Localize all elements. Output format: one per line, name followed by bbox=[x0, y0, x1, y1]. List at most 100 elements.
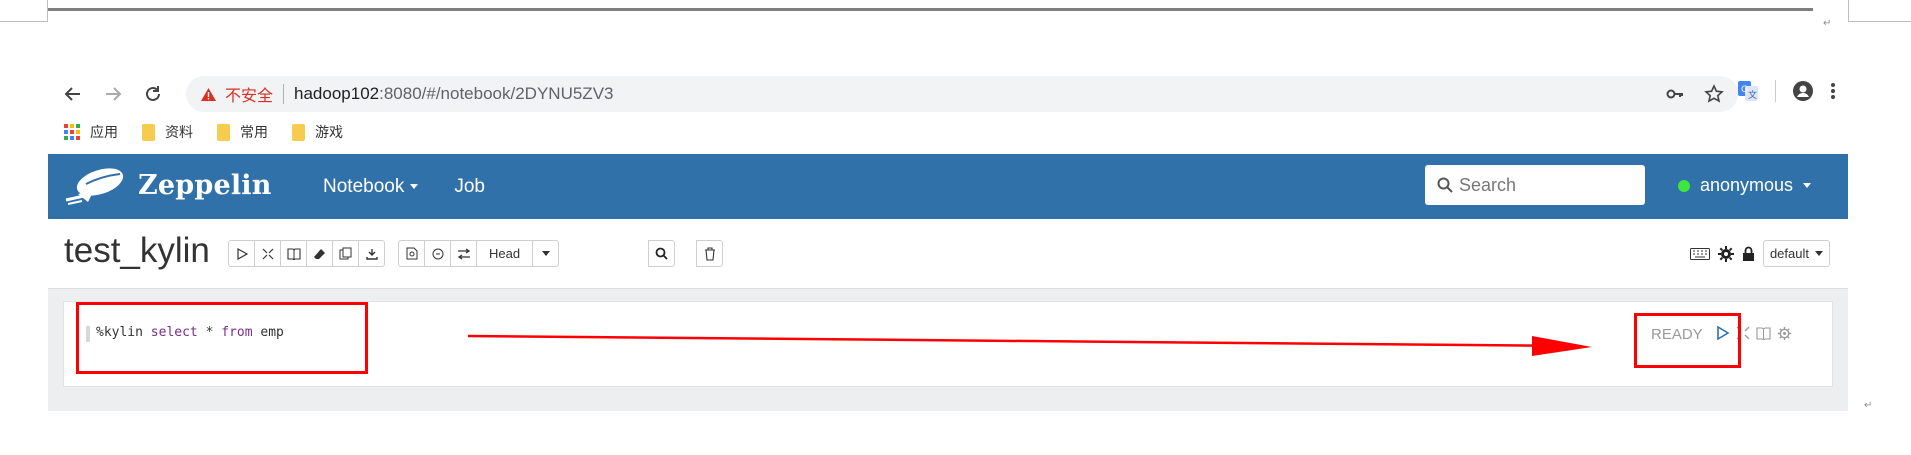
paragraph-mark-icon: ↵ bbox=[1864, 400, 1873, 411]
arrow-right-icon bbox=[106, 87, 122, 101]
notebook-settings: default bbox=[1689, 240, 1830, 267]
key-icon[interactable] bbox=[1666, 85, 1684, 103]
interpreter-label: default bbox=[1769, 246, 1809, 261]
address-bar[interactable]: 不安全 hadoop102:8080/#/notebook/2DYNU5ZV3 bbox=[186, 76, 1738, 112]
user-menu[interactable]: anonymous bbox=[1678, 175, 1812, 196]
folder-icon bbox=[217, 123, 230, 141]
url-text: hadoop102:8080/#/notebook/2DYNU5ZV3 bbox=[294, 84, 613, 104]
gear-icon[interactable] bbox=[1777, 326, 1792, 341]
menu-notebook[interactable]: Notebook bbox=[323, 176, 419, 198]
warning-triangle-icon bbox=[201, 87, 216, 101]
document-corner-left bbox=[0, 0, 48, 22]
bookmark-label: 游戏 bbox=[315, 125, 343, 141]
highlight-code-box bbox=[76, 302, 368, 374]
play-icon bbox=[236, 247, 248, 260]
clone-note-button[interactable] bbox=[332, 240, 359, 267]
zeppelin-navbar: Zeppelin Notebook Job anonymous bbox=[48, 154, 1848, 219]
commit-button[interactable] bbox=[398, 240, 425, 267]
folder-icon bbox=[292, 123, 305, 141]
zeppelin-logo[interactable]: Zeppelin bbox=[64, 164, 272, 206]
trash-icon bbox=[704, 246, 715, 261]
interpreter-binding-button[interactable]: default bbox=[1762, 240, 1830, 267]
revision-selector[interactable]: Head bbox=[476, 240, 534, 267]
url-path: :8080/#/notebook/2DYNU5ZV3 bbox=[379, 84, 614, 103]
search-code-button[interactable] bbox=[648, 240, 675, 267]
main-menu: Notebook Job bbox=[323, 176, 485, 198]
swap-icon bbox=[457, 247, 470, 260]
browser-toolbar: 不安全 hadoop102:8080/#/notebook/2DYNU5ZV3 … bbox=[48, 70, 1848, 152]
bookmark-folder[interactable]: 常用 bbox=[217, 122, 268, 142]
notebook-title[interactable]: test_kylin bbox=[64, 231, 210, 271]
back-button[interactable] bbox=[60, 81, 86, 107]
search-icon bbox=[1437, 177, 1453, 193]
document-corner-right bbox=[1848, 0, 1911, 22]
highlight-run-box bbox=[1634, 313, 1741, 368]
document-rule bbox=[48, 8, 1813, 11]
remove-note-button[interactable] bbox=[696, 240, 723, 267]
username: anonymous bbox=[1700, 175, 1794, 195]
forward-button[interactable] bbox=[100, 81, 126, 107]
caret-down-icon bbox=[541, 251, 550, 256]
arrow-left-icon bbox=[64, 87, 80, 101]
paragraph-mark-icon: ↵ bbox=[1823, 18, 1832, 29]
address-separator bbox=[283, 84, 285, 104]
browser-extensions: G文 bbox=[1737, 80, 1836, 102]
apps-grid-icon bbox=[64, 124, 80, 140]
book-icon[interactable] bbox=[1756, 326, 1771, 340]
copy-icon bbox=[339, 247, 352, 260]
menu-label: Notebook bbox=[323, 176, 405, 197]
bookmark-label: 应用 bbox=[90, 125, 118, 141]
hide-output-button[interactable] bbox=[280, 240, 307, 267]
reload-icon bbox=[146, 86, 160, 101]
version-control-group: Head bbox=[398, 240, 560, 267]
revision-dropdown-button[interactable] bbox=[532, 240, 560, 267]
svg-text:G: G bbox=[1741, 85, 1748, 95]
screenshot-page: ↵ ↵ 不安全 hadoop102:8080/#/notebook/2DYNU5… bbox=[0, 0, 1911, 455]
caret-down-icon bbox=[410, 184, 419, 190]
star-icon[interactable] bbox=[1704, 84, 1724, 104]
bookmark-label: 资料 bbox=[165, 125, 193, 141]
account-icon[interactable] bbox=[1792, 80, 1814, 102]
zeppelin-airship-icon bbox=[65, 168, 124, 205]
address-bar-actions bbox=[1666, 84, 1724, 104]
caret-down-icon bbox=[1815, 251, 1823, 256]
revision-button[interactable] bbox=[424, 240, 451, 267]
search-group bbox=[648, 240, 675, 267]
run-all-button[interactable] bbox=[228, 240, 255, 267]
security-label: 不安全 bbox=[225, 86, 274, 105]
more-vert-icon[interactable] bbox=[1830, 81, 1836, 101]
book-icon bbox=[286, 247, 301, 260]
clear-output-button[interactable] bbox=[306, 240, 333, 267]
lock-icon[interactable] bbox=[1742, 246, 1755, 262]
search-box bbox=[1425, 165, 1645, 205]
export-note-button[interactable] bbox=[358, 240, 385, 267]
caret-down-icon bbox=[1803, 183, 1812, 188]
bookmark-folder[interactable]: 资料 bbox=[142, 122, 193, 142]
security-warning[interactable]: 不安全 bbox=[200, 82, 273, 106]
folder-icon bbox=[142, 123, 155, 141]
toolbar-divider bbox=[1775, 80, 1776, 102]
reload-button[interactable] bbox=[140, 81, 166, 107]
translate-icon[interactable]: G文 bbox=[1737, 80, 1759, 102]
hide-code-button[interactable] bbox=[254, 240, 281, 267]
bookmark-label: 常用 bbox=[240, 125, 268, 141]
online-status-icon bbox=[1678, 179, 1690, 192]
compare-revisions-button[interactable] bbox=[450, 240, 477, 267]
eraser-icon bbox=[314, 248, 325, 259]
brand-name: Zeppelin bbox=[138, 169, 272, 201]
url-host: hadoop102 bbox=[294, 84, 380, 103]
bookmark-folder[interactable]: 游戏 bbox=[292, 122, 343, 142]
keyboard-icon[interactable] bbox=[1689, 247, 1710, 260]
bookmarks-bar: 应用 资料 常用 游戏 bbox=[64, 122, 343, 142]
circle-arrow-icon bbox=[432, 248, 443, 259]
delete-group bbox=[696, 240, 723, 267]
gear-icon[interactable] bbox=[1717, 245, 1734, 262]
search-icon bbox=[655, 247, 668, 260]
download-icon bbox=[365, 248, 378, 260]
search-input[interactable] bbox=[1459, 174, 1639, 196]
paragraph-action-group bbox=[228, 240, 385, 267]
menu-job[interactable]: Job bbox=[454, 176, 485, 198]
file-commit-icon bbox=[406, 247, 417, 260]
collapse-icon bbox=[262, 248, 273, 259]
bookmark-apps[interactable]: 应用 bbox=[64, 122, 118, 142]
